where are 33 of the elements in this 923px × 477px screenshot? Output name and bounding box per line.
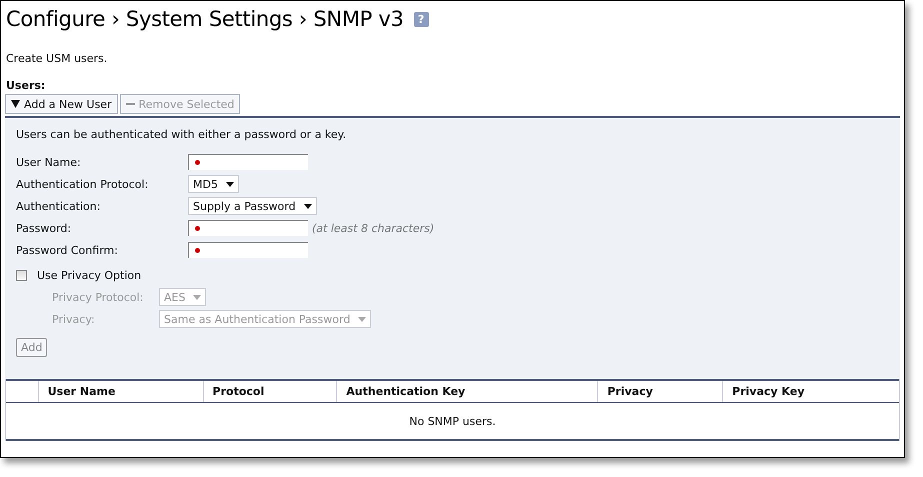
column-header: Protocol [203,380,337,402]
column-header: Privacy [598,380,723,402]
caret-icon [226,182,234,186]
caret-icon [193,294,202,300]
field-label: Password Confirm: [16,244,119,256]
field-label: Privacy: [52,312,96,326]
field-label: Authentication: [16,200,102,212]
text-field[interactable] [188,220,308,236]
field-label: Password: [16,222,72,234]
triangle-icon [11,100,20,108]
field-label: Authentication Protocol: [16,178,150,190]
description: Create USM users. [6,52,108,65]
empty-message: No SNMP users. [409,414,496,428]
dropdown[interactable]: MD5 [188,175,239,193]
column-header: Privacy Key [722,380,899,402]
section-label: Users: [6,79,46,92]
field-label: User Name: [16,156,82,168]
help-icon[interactable]: ? [414,12,429,26]
add-user-button[interactable]: Add a New User [5,94,118,114]
text-field[interactable] [188,154,308,170]
checkbox-label: Use Privacy Option [37,268,142,282]
checkbox[interactable] [16,270,27,280]
column-header: Authentication Key [336,380,598,402]
dropdown[interactable]: Supply a Password [188,197,317,215]
page-title: Configure › System Settings › SNMP v3 [6,7,404,31]
caret-icon [358,316,366,322]
column-header: User Name [38,380,204,402]
text-field[interactable] [188,242,308,258]
field-hint: (at least 8 characters) [312,222,434,234]
field-label: Privacy Protocol: [52,290,144,304]
caret-icon [304,204,312,208]
dash-icon [126,100,135,108]
form-intro: Users can be authenticated with either a password or a key. [16,128,348,141]
